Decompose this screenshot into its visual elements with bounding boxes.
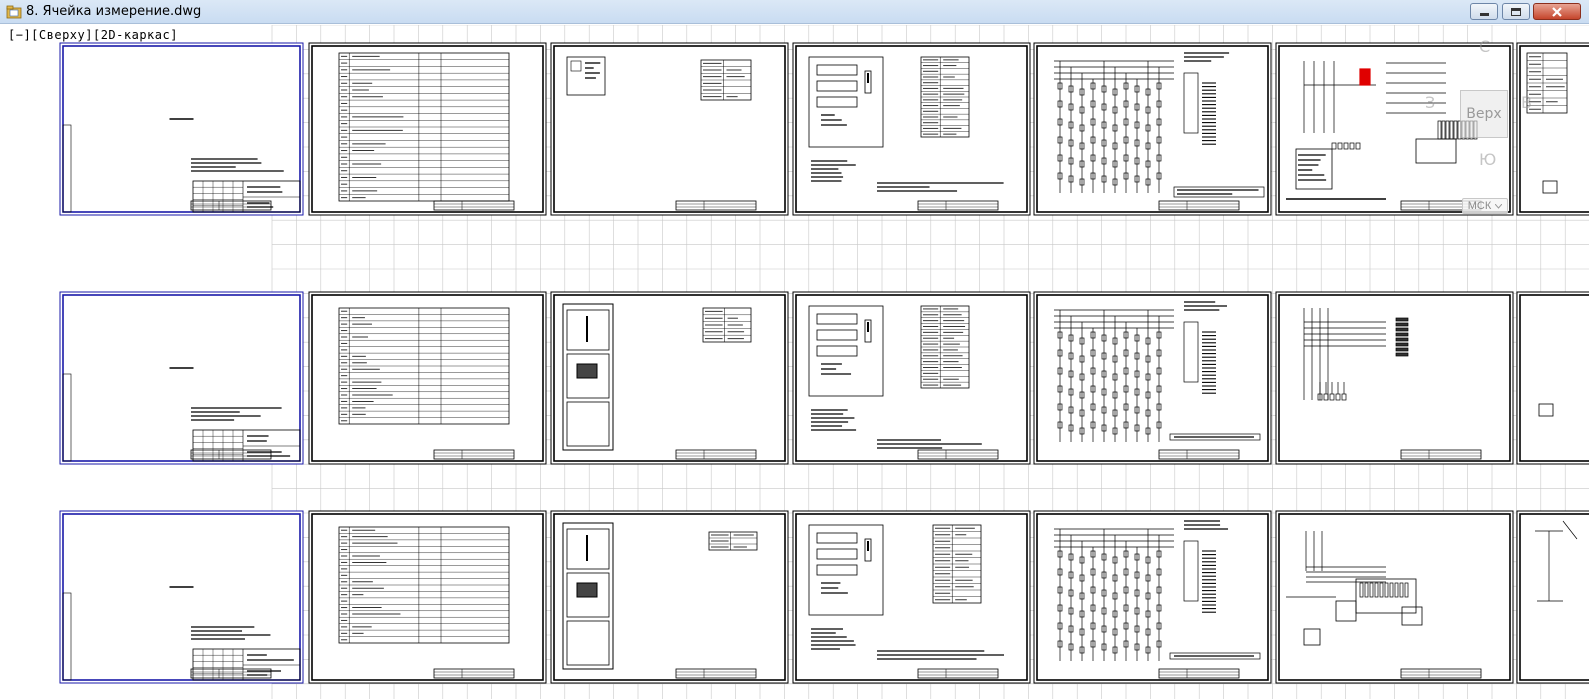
drawing-sheet-r3-c6[interactable] [1275,510,1514,684]
compass-east[interactable]: В [1521,93,1532,112]
close-icon [1552,6,1562,17]
maximize-button[interactable] [1502,3,1530,20]
close-button[interactable] [1533,3,1581,20]
drawing-sheet-r1-c1[interactable] [59,42,304,216]
drawing-sheet-r1-c2[interactable] [308,42,547,216]
drawing-sheet-r2-c3[interactable] [550,291,789,465]
drawing-sheet-r3-c1[interactable] [59,510,304,684]
minimize-button[interactable] [1470,3,1498,20]
view-cube-top-face[interactable]: Верх [1460,90,1508,138]
window-title-bar[interactable]: 8. Ячейка измерение.dwg [0,0,1589,24]
wcs-menu[interactable]: МСК [1462,198,1508,214]
drawing-sheet-r1-c3[interactable] [550,42,789,216]
drawing-sheet-r3-c4[interactable] [792,510,1031,684]
drawing-sheet-r3-c3[interactable] [550,510,789,684]
viewport-controls-label[interactable]: [−][Сверху][2D-каркас] [8,28,178,42]
compass-north[interactable]: С [1479,37,1490,56]
drawing-sheet-r3-c5[interactable] [1033,510,1272,684]
window-title: 8. Ячейка измерение.dwg [26,4,202,19]
drawing-sheet-r2-c1[interactable] [59,291,304,465]
drawing-sheet-r1-c4[interactable] [792,42,1031,216]
view-cube[interactable]: С З В Ю Верх МСК [1425,35,1577,214]
folder-drawing-icon [6,5,22,19]
drawing-sheet-r3-c2[interactable] [308,510,547,684]
minimize-icon [1479,13,1489,16]
drawing-sheet-r3-c7[interactable] [1516,510,1589,684]
maximize-icon [1511,7,1521,16]
drawing-sheet-r2-c6[interactable] [1275,291,1514,465]
drawing-sheet-r1-c5[interactable] [1033,42,1272,216]
drawing-sheet-r2-c4[interactable] [792,291,1031,465]
drawing-sheet-r2-c7[interactable] [1516,291,1589,465]
model-space-drawing[interactable] [0,25,1589,699]
drawing-sheet-r2-c5[interactable] [1033,291,1272,465]
drawing-canvas[interactable]: [−][Сверху][2D-каркас] С З В Ю Верх МСК [0,25,1589,699]
wcs-label: МСК [1467,200,1492,212]
view-cube-face-label: Верх [1466,106,1502,122]
compass-south[interactable]: Ю [1479,150,1496,169]
compass-west[interactable]: З [1425,93,1435,112]
chevron-down-icon [1495,203,1503,209]
drawing-sheet-r2-c2[interactable] [308,291,547,465]
